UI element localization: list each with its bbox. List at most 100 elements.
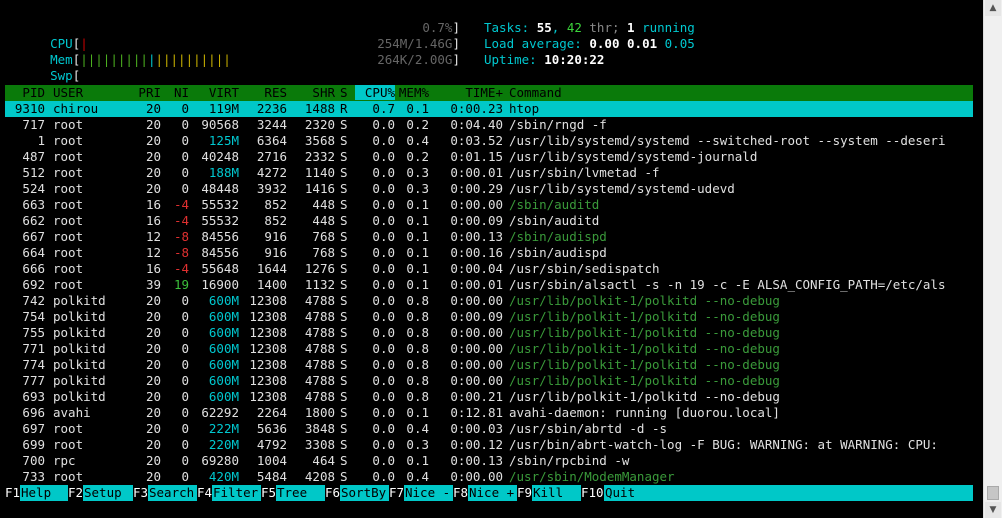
fkey-f5[interactable]: F5 — [261, 485, 277, 501]
cell-user: rpc — [53, 453, 76, 468]
table-row[interactable]: 755 polkitd 20 0 600M 12308 4788 S 0.0 0.8 0:00.00… — [5, 325, 973, 341]
vertical-scrollbar[interactable]: ▲ ▼ — [983, 0, 1002, 518]
cell-cpu: 0.0 — [372, 293, 395, 308]
cell-user: root — [53, 261, 84, 276]
fkey-label-search[interactable]: Search — [149, 485, 194, 501]
table-row[interactable]: 692 root 39 19 16900 1400 1132 S 0.0 0.1 0:00.01/u… — [5, 277, 973, 293]
scroll-up-arrow-icon[interactable]: ▲ — [985, 0, 1001, 16]
cell-shr: 1488 — [304, 101, 335, 116]
cell-virt: 90568 — [201, 117, 239, 132]
table-row[interactable]: 666 root 16 -4 55648 1644 1276 S 0.0 0.1 0:00.04/u… — [5, 261, 973, 277]
fkey-label-quit[interactable]: Quit — [605, 485, 635, 501]
col-cpu[interactable]: CPU% — [355, 85, 395, 100]
cell-mem: 0.8 — [406, 373, 429, 388]
col-pri[interactable]: PRI — [125, 85, 161, 100]
fkey-label-help[interactable]: Help — [21, 485, 51, 501]
cell-shr: 4788 — [304, 309, 335, 324]
table-row[interactable]: 771 polkitd 20 0 600M 12308 4788 S 0.0 0.8 0:00.00… — [5, 341, 973, 357]
cell-pri: 20 — [145, 341, 161, 356]
cell-cpu: 0.0 — [372, 277, 395, 292]
cell-s: S — [340, 325, 348, 340]
cell-user: root — [53, 277, 84, 292]
cell-cpu: 0.7 — [372, 101, 395, 116]
cell-pid: 512 — [22, 165, 45, 180]
fkey-label-tree[interactable]: Tree — [277, 485, 307, 501]
cell-mem: 0.2 — [406, 117, 429, 132]
fkey-f1[interactable]: F1 — [5, 485, 21, 501]
scrollbar-thumb[interactable] — [987, 486, 999, 500]
table-row[interactable]: 9310 chirou 20 0 119M 2236 1488 R 0.7 0.1 0:00.23 h… — [5, 101, 973, 117]
cell-virt: 84556 — [201, 229, 239, 244]
table-row[interactable]: 512 root 20 0 188M 4272 1140 S 0.0 0.3 0:00.01/usr… — [5, 165, 973, 181]
col-s[interactable]: S — [340, 85, 348, 100]
fkey-f6[interactable]: F6 — [325, 485, 341, 501]
table-row[interactable]: 487 root 20 0 40248 2716 2332 S 0.0 0.2 0:01.15/us… — [5, 149, 973, 165]
col-res[interactable]: RES — [241, 85, 287, 100]
table-row[interactable]: 742 polkitd 20 0 600M 12308 4788 S 0.0 0.8 0:00.00… — [5, 293, 973, 309]
cell-res: 3244 — [256, 117, 287, 132]
table-row[interactable]: 774 polkitd 20 0 600M 12308 4788 S 0.0 0.8 0:00.00… — [5, 357, 973, 373]
table-row[interactable]: 699 root 20 0 220M 4792 3308 S 0.0 0.3 0:00.12/usr… — [5, 437, 973, 453]
table-row[interactable]: 717 root 20 0 90568 3244 2320 S 0.0 0.2 0:04.40/sb… — [5, 117, 973, 133]
col-pid[interactable]: PID — [5, 85, 45, 100]
cell-pid: 700 — [22, 453, 45, 468]
fkey-f4[interactable]: F4 — [197, 485, 213, 501]
table-row[interactable]: 524 root 20 0 48448 3932 1416 S 0.0 0.3 0:00.29/us… — [5, 181, 973, 197]
htop-terminal[interactable]: CPU[| 0.7%] Mem[|||||||||||||||||||| 254… — [0, 0, 984, 518]
cell-shr: 1800 — [304, 405, 335, 420]
fkey-label-filter[interactable]: Filter — [213, 485, 258, 501]
cell-user: avahi — [53, 405, 91, 420]
table-row[interactable]: 667 root 12 -8 84556 916 768 S 0.0 0.1 0:00.13/sbi… — [5, 229, 973, 245]
table-row[interactable]: 733 root 20 0 420M 5484 4208 S 0.0 0.4 0:00.00/usr… — [5, 469, 973, 485]
fkey-f9[interactable]: F9 — [517, 485, 533, 501]
table-row[interactable]: 693 polkitd 20 0 600M 12308 4788 S 0.0 0.8 0:00.21… — [5, 389, 973, 405]
col-shr[interactable]: SHR — [289, 85, 335, 100]
cell-res: 852 — [264, 197, 287, 212]
fkey-f8[interactable]: F8 — [453, 485, 469, 501]
cell-cpu: 0.0 — [372, 181, 395, 196]
table-row[interactable]: 696 avahi 20 0 62292 2264 1800 S 0.0 0.1 0:12.81 av… — [5, 405, 973, 421]
col-command[interactable]: Command — [509, 85, 562, 100]
cell-s: S — [340, 293, 348, 308]
cell-shr: 4788 — [304, 373, 335, 388]
table-row[interactable]: 664 root 12 -8 84556 916 768 S 0.0 0.1 0:00.16/sbi… — [5, 245, 973, 261]
cell-mem: 0.1 — [406, 453, 429, 468]
col-user[interactable]: USER — [53, 85, 83, 100]
table-row[interactable]: 777 polkitd 20 0 600M 12308 4788 S 0.0 0.8 0:00.00… — [5, 373, 973, 389]
cell-res: 2236 — [256, 101, 287, 116]
table-row[interactable]: 754 polkitd 20 0 600M 12308 4788 S 0.0 0.8 0:00.09… — [5, 309, 973, 325]
fkey-f10[interactable]: F10 — [581, 485, 604, 501]
col-virt[interactable]: VIRT — [191, 85, 239, 100]
cell-virt: 62292 — [201, 405, 239, 420]
fkey-label-nice[interactable]: Nice - — [405, 485, 450, 501]
uptime: Uptime: 10:20:22 — [484, 52, 605, 67]
cell-res: 12308 — [249, 357, 287, 372]
cell-s: S — [340, 277, 348, 292]
cell-s: S — [340, 453, 348, 468]
mem-meter: Mem[|||||||||||||||||||| — [50, 52, 231, 67]
table-row[interactable]: 663 root 16 -4 55532 852 448 S 0.0 0.1 0:00.00/sbi… — [5, 197, 973, 213]
cell-time: 0:00.00 — [450, 341, 503, 356]
cell-cpu: 0.0 — [372, 469, 395, 484]
fkey-f2[interactable]: F2 — [68, 485, 84, 501]
table-row[interactable]: 662 root 16 -4 55532 852 448 S 0.0 0.1 0:00.09/sbi… — [5, 213, 973, 229]
cell-cmd: /usr/sbin/alsactl -s -n 19 -c -E ALSA_CO… — [509, 277, 946, 292]
fkey-f7[interactable]: F7 — [389, 485, 405, 501]
fkey-label-setup[interactable]: Setup — [84, 485, 122, 501]
table-row[interactable]: 1 root 20 0 125M 6364 3568 S 0.0 0.4 0:03.52/usr/l… — [5, 133, 973, 149]
cell-s: S — [340, 165, 348, 180]
fkey-f3[interactable]: F3 — [133, 485, 149, 501]
col-ni[interactable]: NI — [163, 85, 189, 100]
col-mem[interactable]: MEM% — [395, 85, 429, 100]
cell-mem: 0.1 — [406, 261, 429, 276]
table-row[interactable]: 700 rpc 20 0 69280 1004 464 S 0.0 0.1 0:00.13/sbin… — [5, 453, 973, 469]
cell-ni: 0 — [181, 437, 189, 452]
cell-res: 12308 — [249, 341, 287, 356]
fkey-label-nice[interactable]: Nice + — [469, 485, 514, 501]
scroll-down-arrow-icon[interactable]: ▼ — [985, 502, 1001, 518]
fkey-label-sortby[interactable]: SortBy — [341, 485, 386, 501]
col-time[interactable]: TIME+ — [433, 85, 503, 100]
cell-user: root — [53, 181, 84, 196]
fkey-label-kill[interactable]: Kill — [533, 485, 563, 501]
table-row[interactable]: 697 root 20 0 222M 5636 3848 S 0.0 0.4 0:00.03/usr… — [5, 421, 973, 437]
